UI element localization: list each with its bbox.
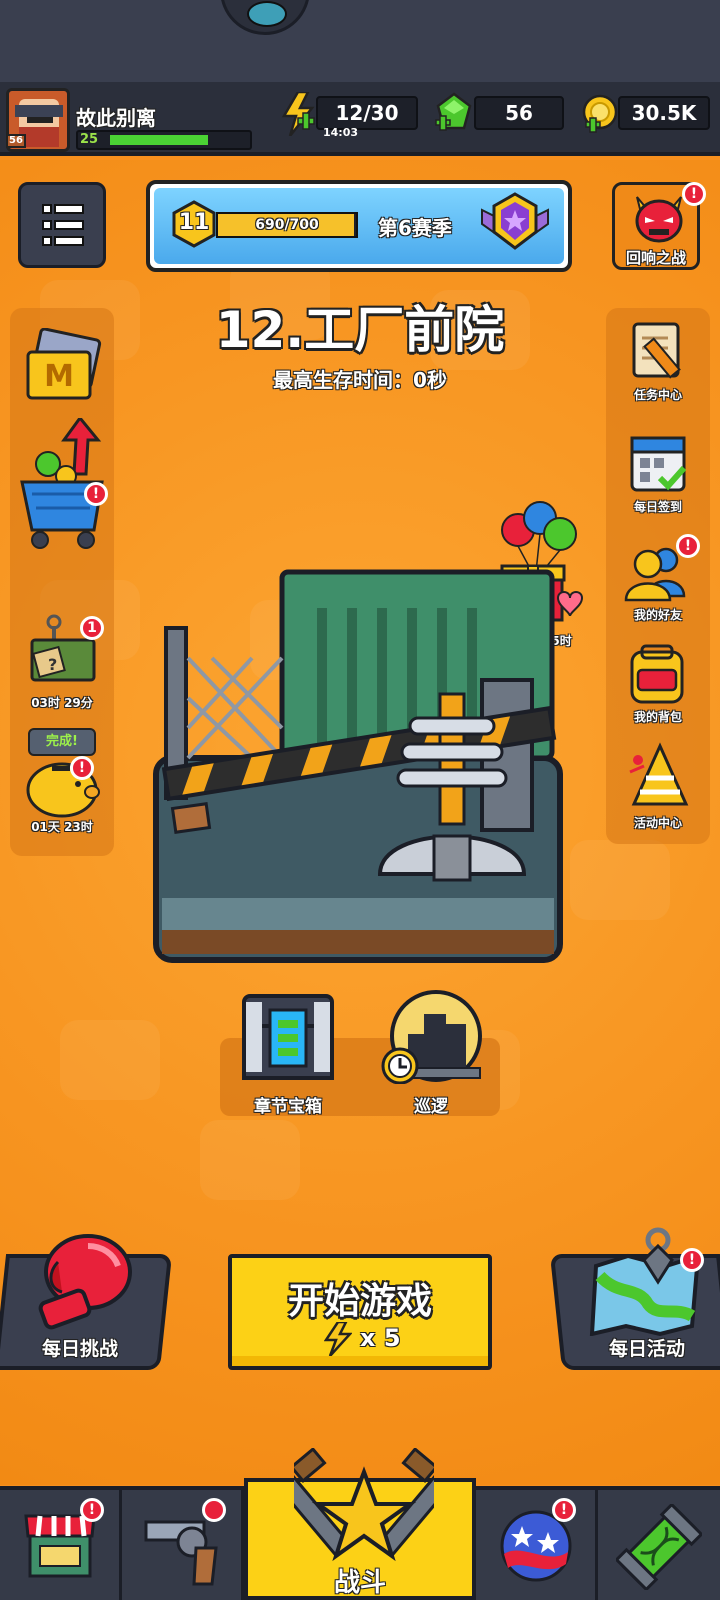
avatar-level-badge: 56 — [6, 134, 26, 148]
gem-icon[interactable] — [434, 92, 474, 136]
piggy-bank-timer: 01天 23时 — [31, 820, 93, 834]
menu-button[interactable] — [18, 182, 106, 268]
daily-event-label: 每日活动 — [608, 1338, 685, 1360]
player-name: 故此别离 — [76, 106, 156, 130]
energy-value: 12/30 — [316, 96, 418, 130]
echo-battle-badge: ! — [682, 182, 706, 206]
calendar-check-icon — [628, 430, 688, 498]
backpack-icon — [626, 642, 688, 710]
daily-challenge-label: 每日挑战 — [41, 1338, 118, 1360]
season-progress-bar: 690/700 — [216, 212, 358, 238]
echo-battle-label: 回响之战 — [625, 249, 686, 267]
season-progress-text: 690/700 — [255, 217, 319, 233]
my-backpack-button[interactable]: 我的背包 — [614, 640, 702, 736]
list-icon — [39, 201, 89, 255]
event-center-button[interactable]: 活动中心 — [614, 738, 702, 834]
xp-bar: 25 — [76, 130, 252, 150]
chest-icon — [240, 990, 336, 1086]
season-label: 第6赛季 — [378, 216, 452, 240]
season-level-badge: 11 — [170, 200, 218, 248]
start-game-label: 开始游戏 — [287, 1281, 432, 1322]
piggy-bank-badge: ! — [70, 756, 94, 780]
scroll-pencil-icon — [628, 318, 688, 386]
chapter-chest-button[interactable]: 章节宝箱 — [236, 990, 340, 1122]
treasure-map-icon — [588, 1226, 708, 1340]
gem-value: 56 — [474, 96, 564, 130]
energy-timer: 14:03 — [323, 126, 359, 139]
energy-cost-icon — [323, 1320, 353, 1357]
task-center-button[interactable]: 任务中心 — [614, 316, 702, 412]
nav-evolution[interactable] — [598, 1490, 720, 1600]
season-card[interactable]: 11 690/700 第6赛季 — [146, 180, 572, 272]
demon-icon — [631, 191, 687, 249]
dna-capsule-icon — [614, 1502, 704, 1594]
talents-badge: ! — [552, 1498, 576, 1522]
svg-text:M: M — [44, 359, 74, 394]
equipment-badge — [202, 1498, 226, 1522]
growth-fund-badge: ! — [84, 482, 108, 506]
patrol-label: 巡逻 — [414, 1097, 448, 1117]
nav-battle-label: 战斗 — [333, 1568, 386, 1598]
coin-value: 30.5K — [618, 96, 710, 130]
boxing-glove-icon — [28, 1232, 138, 1336]
energy-icon[interactable] — [280, 90, 316, 137]
party-hat-icon — [624, 742, 690, 816]
patrol-icon — [380, 990, 484, 1088]
monthly-card-icon[interactable]: M — [22, 327, 104, 408]
nav-battle[interactable]: 战斗 — [244, 1446, 476, 1600]
energy-cost: x 5 — [360, 1324, 401, 1352]
piggy-bank-bubble: 完成! — [28, 728, 96, 756]
patrol-button[interactable]: 巡逻 — [376, 990, 486, 1122]
supply-crate-timer: 03时 29分 — [31, 696, 93, 710]
shop-badge: ! — [80, 1498, 104, 1522]
nav-talents[interactable]: ! — [476, 1490, 598, 1600]
top-strip — [0, 0, 720, 82]
friends-badge: ! — [676, 534, 700, 558]
coin-icon[interactable] — [578, 92, 622, 136]
daily-event-badge: ! — [680, 1248, 704, 1272]
start-game-button[interactable]: 开始游戏 x 5 — [228, 1254, 492, 1370]
nav-equipment[interactable] — [122, 1490, 244, 1600]
season-rank-emblem-icon — [478, 190, 552, 256]
xp-bar-fill — [110, 135, 208, 145]
nav-shop[interactable]: ! — [0, 1490, 122, 1600]
chapter-chest-label: 章节宝箱 — [254, 1097, 322, 1117]
daily-sign-in-button[interactable]: 每日签到 — [614, 428, 702, 524]
supply-crate-badge: 1 — [80, 616, 104, 640]
player-level: 25 — [80, 132, 99, 147]
crossed-swords-star-icon — [274, 1446, 454, 1572]
svg-text:?: ? — [48, 655, 57, 674]
stage-scene[interactable] — [152, 568, 568, 964]
